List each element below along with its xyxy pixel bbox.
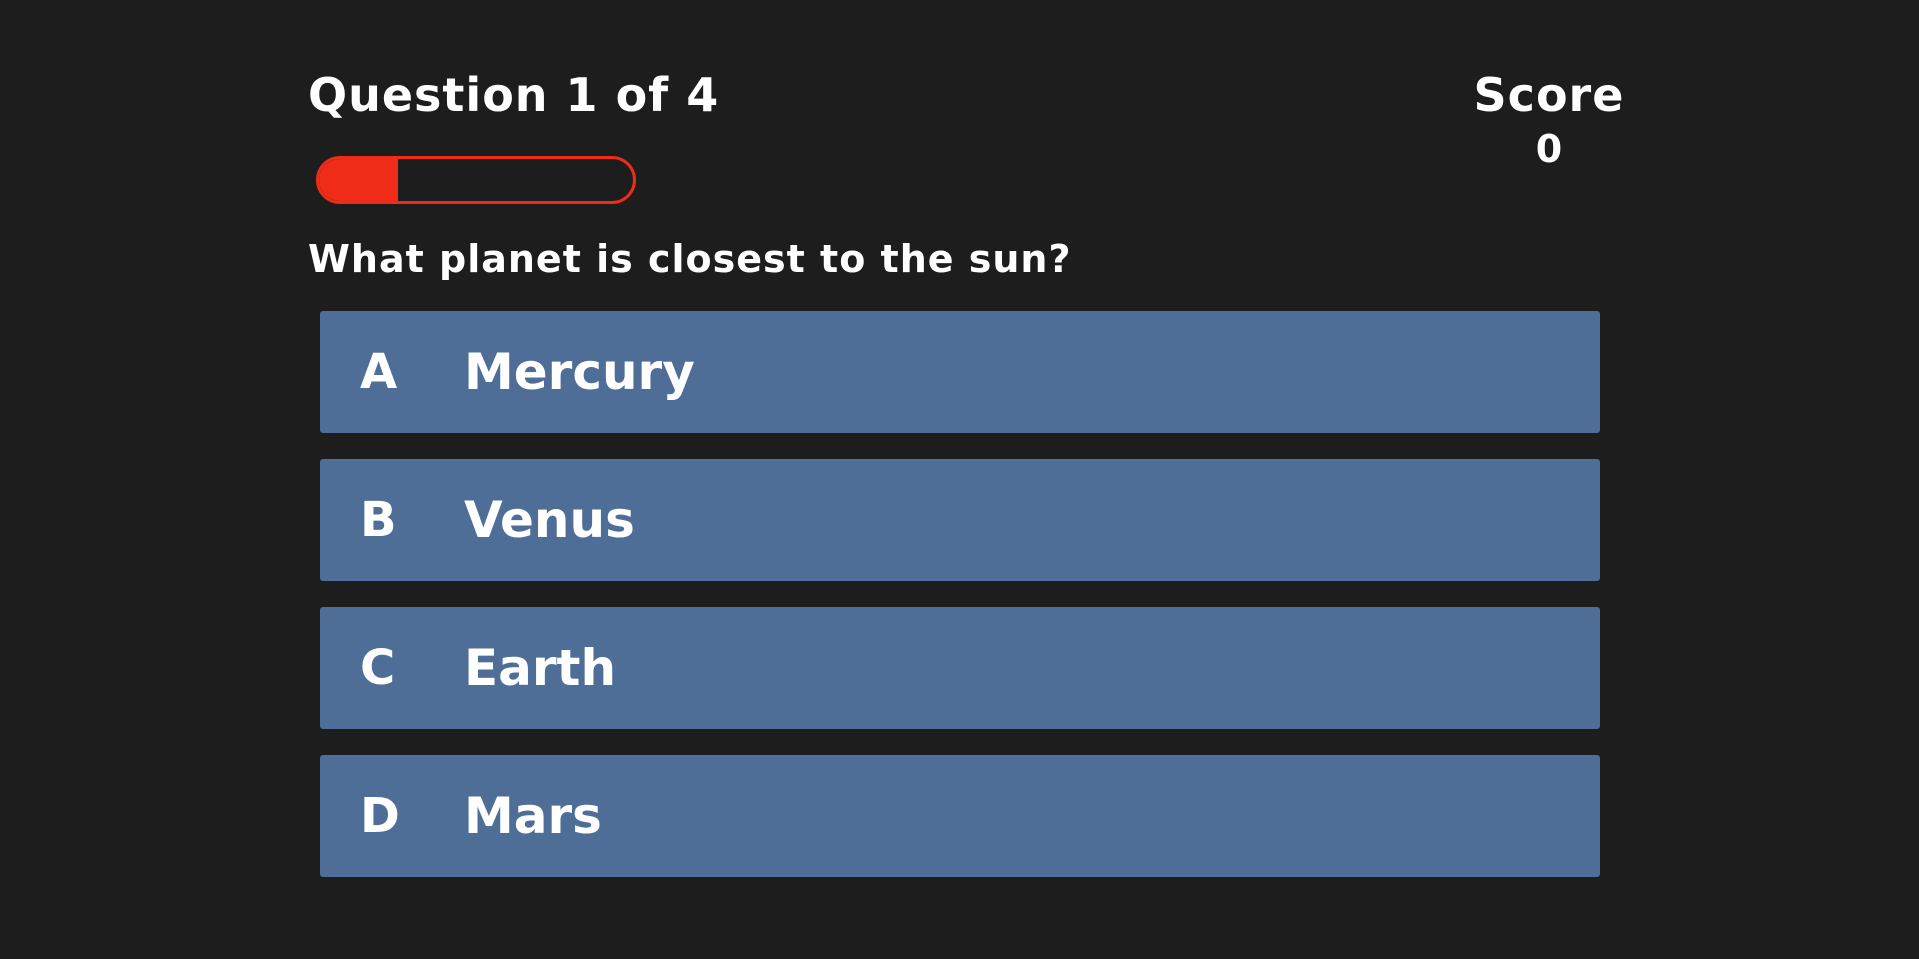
answer-text: Mars	[464, 787, 602, 845]
answer-option-d[interactable]: D Mars	[320, 755, 1600, 877]
progress-bar	[316, 156, 636, 204]
progress-bar-fill	[319, 159, 398, 201]
question-counter: Question 1 of 4	[308, 68, 720, 122]
answer-letter: D	[360, 788, 400, 844]
answer-text: Venus	[464, 491, 635, 549]
score-label: Score	[1473, 68, 1625, 122]
answer-text: Earth	[464, 639, 617, 697]
answer-letter: A	[360, 344, 398, 400]
score-panel: Score 0	[1466, 66, 1632, 174]
answer-text: Mercury	[464, 343, 695, 401]
answer-letter: B	[360, 492, 397, 548]
answer-letter: C	[360, 640, 396, 696]
answer-option-a[interactable]: A Mercury	[320, 311, 1600, 433]
answer-option-c[interactable]: C Earth	[320, 607, 1600, 729]
question-text: What planet is closest to the sun?	[308, 237, 1072, 281]
answer-option-b[interactable]: B Venus	[320, 459, 1600, 581]
answer-list: A Mercury B Venus C Earth D Mars	[320, 311, 1600, 877]
quiz-screen: Question 1 of 4 Score 0 What planet is c…	[0, 0, 1919, 959]
score-value: 0	[1535, 127, 1563, 171]
